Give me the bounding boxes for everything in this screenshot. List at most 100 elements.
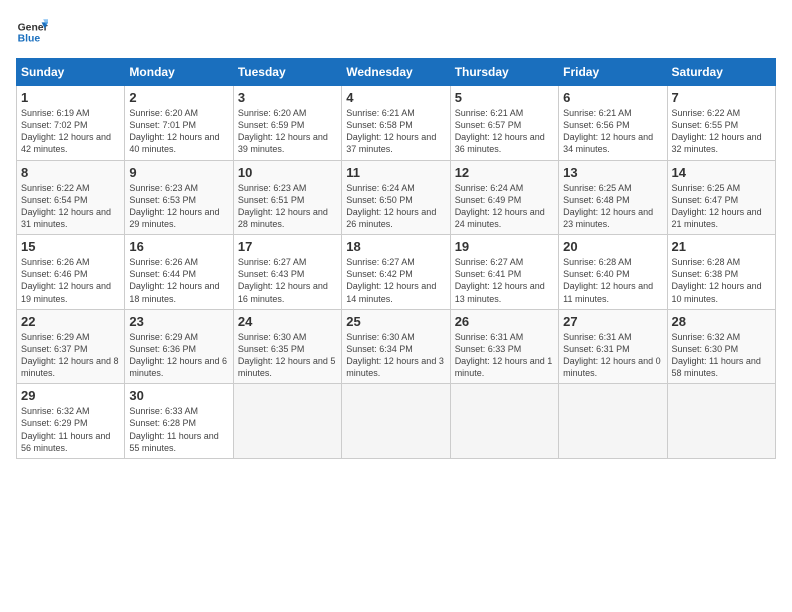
day-number: 11 (346, 165, 445, 180)
day-number: 19 (455, 239, 554, 254)
calendar-week-row: 1 Sunrise: 6:19 AMSunset: 7:02 PMDayligh… (17, 86, 776, 161)
day-info: Sunrise: 6:28 AMSunset: 6:38 PMDaylight:… (672, 257, 762, 303)
calendar-cell (450, 384, 558, 459)
calendar-cell: 25 Sunrise: 6:30 AMSunset: 6:34 PMDaylig… (342, 309, 450, 384)
day-number: 9 (129, 165, 228, 180)
day-number: 28 (672, 314, 771, 329)
day-info: Sunrise: 6:29 AMSunset: 6:37 PMDaylight:… (21, 332, 119, 378)
calendar-cell (342, 384, 450, 459)
calendar-cell: 24 Sunrise: 6:30 AMSunset: 6:35 PMDaylig… (233, 309, 341, 384)
day-info: Sunrise: 6:32 AMSunset: 6:29 PMDaylight:… (21, 406, 110, 452)
day-number: 25 (346, 314, 445, 329)
day-info: Sunrise: 6:31 AMSunset: 6:31 PMDaylight:… (563, 332, 661, 378)
day-number: 12 (455, 165, 554, 180)
day-number: 16 (129, 239, 228, 254)
weekday-header: Tuesday (233, 59, 341, 86)
day-number: 20 (563, 239, 662, 254)
calendar-cell: 26 Sunrise: 6:31 AMSunset: 6:33 PMDaylig… (450, 309, 558, 384)
calendar-cell: 18 Sunrise: 6:27 AMSunset: 6:42 PMDaylig… (342, 235, 450, 310)
day-number: 2 (129, 90, 228, 105)
day-info: Sunrise: 6:27 AMSunset: 6:43 PMDaylight:… (238, 257, 328, 303)
calendar-cell: 27 Sunrise: 6:31 AMSunset: 6:31 PMDaylig… (559, 309, 667, 384)
day-number: 23 (129, 314, 228, 329)
day-number: 17 (238, 239, 337, 254)
calendar-cell: 12 Sunrise: 6:24 AMSunset: 6:49 PMDaylig… (450, 160, 558, 235)
header: General Blue (16, 16, 776, 48)
calendar-cell (559, 384, 667, 459)
day-info: Sunrise: 6:22 AMSunset: 6:55 PMDaylight:… (672, 108, 762, 154)
day-number: 26 (455, 314, 554, 329)
day-number: 14 (672, 165, 771, 180)
calendar-cell: 21 Sunrise: 6:28 AMSunset: 6:38 PMDaylig… (667, 235, 775, 310)
day-number: 3 (238, 90, 337, 105)
calendar-cell: 14 Sunrise: 6:25 AMSunset: 6:47 PMDaylig… (667, 160, 775, 235)
calendar-cell (233, 384, 341, 459)
day-number: 24 (238, 314, 337, 329)
day-number: 1 (21, 90, 120, 105)
day-info: Sunrise: 6:29 AMSunset: 6:36 PMDaylight:… (129, 332, 227, 378)
calendar-cell: 22 Sunrise: 6:29 AMSunset: 6:37 PMDaylig… (17, 309, 125, 384)
day-info: Sunrise: 6:22 AMSunset: 6:54 PMDaylight:… (21, 183, 111, 229)
weekday-header: Wednesday (342, 59, 450, 86)
calendar-cell: 13 Sunrise: 6:25 AMSunset: 6:48 PMDaylig… (559, 160, 667, 235)
day-number: 15 (21, 239, 120, 254)
day-info: Sunrise: 6:19 AMSunset: 7:02 PMDaylight:… (21, 108, 111, 154)
weekday-header: Friday (559, 59, 667, 86)
day-info: Sunrise: 6:30 AMSunset: 6:35 PMDaylight:… (238, 332, 336, 378)
day-info: Sunrise: 6:27 AMSunset: 6:41 PMDaylight:… (455, 257, 545, 303)
day-number: 30 (129, 388, 228, 403)
calendar-cell: 3 Sunrise: 6:20 AMSunset: 6:59 PMDayligh… (233, 86, 341, 161)
calendar-cell: 11 Sunrise: 6:24 AMSunset: 6:50 PMDaylig… (342, 160, 450, 235)
calendar-cell: 17 Sunrise: 6:27 AMSunset: 6:43 PMDaylig… (233, 235, 341, 310)
calendar-cell: 29 Sunrise: 6:32 AMSunset: 6:29 PMDaylig… (17, 384, 125, 459)
day-info: Sunrise: 6:26 AMSunset: 6:46 PMDaylight:… (21, 257, 111, 303)
day-info: Sunrise: 6:32 AMSunset: 6:30 PMDaylight:… (672, 332, 761, 378)
day-number: 22 (21, 314, 120, 329)
calendar-cell: 2 Sunrise: 6:20 AMSunset: 7:01 PMDayligh… (125, 86, 233, 161)
day-info: Sunrise: 6:26 AMSunset: 6:44 PMDaylight:… (129, 257, 219, 303)
day-number: 4 (346, 90, 445, 105)
calendar-week-row: 29 Sunrise: 6:32 AMSunset: 6:29 PMDaylig… (17, 384, 776, 459)
calendar-cell: 8 Sunrise: 6:22 AMSunset: 6:54 PMDayligh… (17, 160, 125, 235)
day-info: Sunrise: 6:21 AMSunset: 6:57 PMDaylight:… (455, 108, 545, 154)
page-container: General Blue SundayMondayTuesdayWednesda… (0, 0, 792, 467)
calendar-cell: 6 Sunrise: 6:21 AMSunset: 6:56 PMDayligh… (559, 86, 667, 161)
day-info: Sunrise: 6:25 AMSunset: 6:48 PMDaylight:… (563, 183, 653, 229)
day-info: Sunrise: 6:20 AMSunset: 6:59 PMDaylight:… (238, 108, 328, 154)
day-number: 27 (563, 314, 662, 329)
day-info: Sunrise: 6:20 AMSunset: 7:01 PMDaylight:… (129, 108, 219, 154)
calendar-cell: 1 Sunrise: 6:19 AMSunset: 7:02 PMDayligh… (17, 86, 125, 161)
weekday-header: Monday (125, 59, 233, 86)
day-number: 6 (563, 90, 662, 105)
calendar-table: SundayMondayTuesdayWednesdayThursdayFrid… (16, 58, 776, 459)
calendar-cell: 15 Sunrise: 6:26 AMSunset: 6:46 PMDaylig… (17, 235, 125, 310)
calendar-cell: 7 Sunrise: 6:22 AMSunset: 6:55 PMDayligh… (667, 86, 775, 161)
calendar-week-row: 15 Sunrise: 6:26 AMSunset: 6:46 PMDaylig… (17, 235, 776, 310)
day-info: Sunrise: 6:24 AMSunset: 6:50 PMDaylight:… (346, 183, 436, 229)
calendar-body: 1 Sunrise: 6:19 AMSunset: 7:02 PMDayligh… (17, 86, 776, 459)
day-number: 18 (346, 239, 445, 254)
logo: General Blue (16, 16, 52, 48)
day-info: Sunrise: 6:21 AMSunset: 6:56 PMDaylight:… (563, 108, 653, 154)
day-info: Sunrise: 6:27 AMSunset: 6:42 PMDaylight:… (346, 257, 436, 303)
day-info: Sunrise: 6:21 AMSunset: 6:58 PMDaylight:… (346, 108, 436, 154)
day-info: Sunrise: 6:33 AMSunset: 6:28 PMDaylight:… (129, 406, 218, 452)
weekday-header: Sunday (17, 59, 125, 86)
calendar-cell (667, 384, 775, 459)
day-number: 10 (238, 165, 337, 180)
day-number: 7 (672, 90, 771, 105)
calendar-cell: 23 Sunrise: 6:29 AMSunset: 6:36 PMDaylig… (125, 309, 233, 384)
day-info: Sunrise: 6:25 AMSunset: 6:47 PMDaylight:… (672, 183, 762, 229)
day-info: Sunrise: 6:28 AMSunset: 6:40 PMDaylight:… (563, 257, 653, 303)
calendar-cell: 5 Sunrise: 6:21 AMSunset: 6:57 PMDayligh… (450, 86, 558, 161)
calendar-cell: 4 Sunrise: 6:21 AMSunset: 6:58 PMDayligh… (342, 86, 450, 161)
calendar-header-row: SundayMondayTuesdayWednesdayThursdayFrid… (17, 59, 776, 86)
day-info: Sunrise: 6:23 AMSunset: 6:53 PMDaylight:… (129, 183, 219, 229)
calendar-cell: 20 Sunrise: 6:28 AMSunset: 6:40 PMDaylig… (559, 235, 667, 310)
day-number: 21 (672, 239, 771, 254)
svg-text:Blue: Blue (18, 34, 41, 45)
calendar-cell: 10 Sunrise: 6:23 AMSunset: 6:51 PMDaylig… (233, 160, 341, 235)
day-number: 13 (563, 165, 662, 180)
calendar-cell: 28 Sunrise: 6:32 AMSunset: 6:30 PMDaylig… (667, 309, 775, 384)
day-info: Sunrise: 6:23 AMSunset: 6:51 PMDaylight:… (238, 183, 328, 229)
